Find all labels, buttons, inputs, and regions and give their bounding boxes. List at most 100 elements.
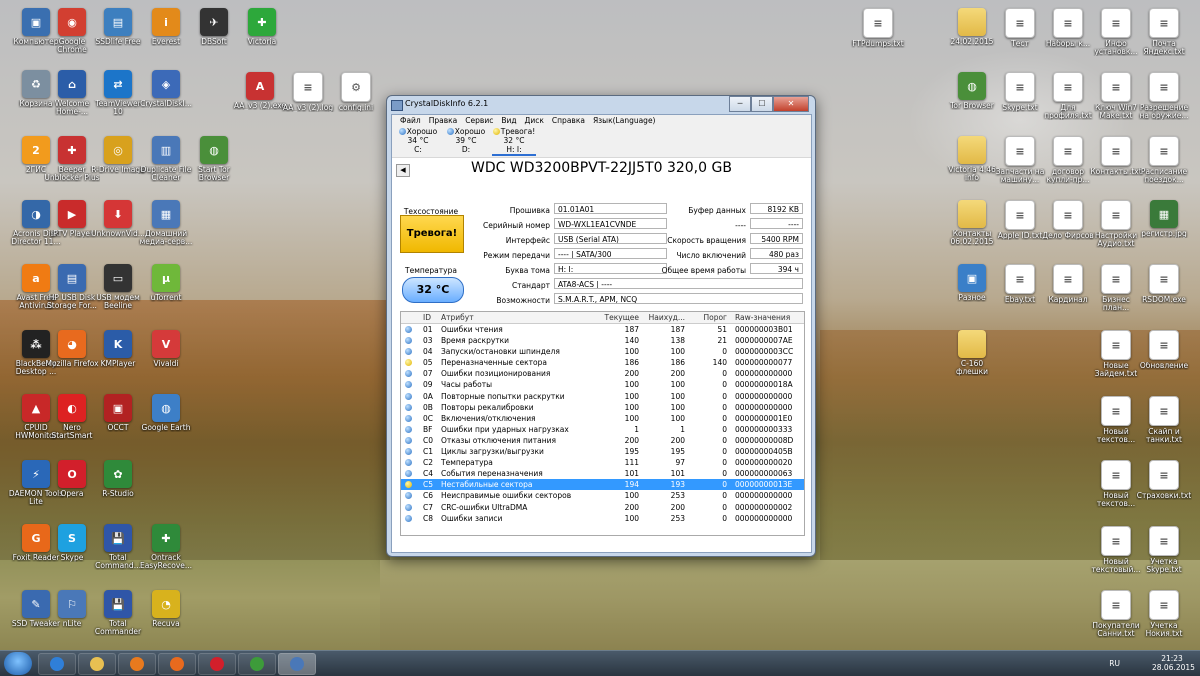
app-icon: ⚐	[58, 590, 86, 618]
status-dot-icon	[405, 470, 412, 478]
smart-cell-id: C7	[423, 502, 434, 512]
taskbar-item-explorer[interactable]	[78, 653, 116, 675]
desktop-icon[interactable]: ≡ Учетка Нокия.txt	[1136, 590, 1192, 638]
smart-cell-raw: 0000000007AE	[735, 336, 793, 346]
table-row[interactable]: 03 Время раскрутки 140 138 21 0000000007AE	[401, 335, 804, 346]
table-row[interactable]: C4 События переназначения 101 101 0 000000000…	[401, 468, 804, 479]
taskbar-item-crystaldiskinfo[interactable]	[278, 653, 316, 675]
header-attribute[interactable]: Атрибут	[441, 312, 591, 323]
app-icon: ⇄	[104, 70, 132, 98]
status-dot-icon	[405, 503, 412, 511]
table-row[interactable]: C1 Циклы загрузки/выгрузки 195 195 0 00000000…	[401, 446, 804, 457]
menu-item[interactable]: Диск	[521, 115, 548, 126]
table-row[interactable]: 09 Часы работы 100 100 0 00000000018A	[401, 379, 804, 390]
smart-cell-name: Ошибки при ударных нагрузках	[441, 424, 569, 434]
desktop-icon[interactable]: ◍ Google Earth	[138, 394, 194, 432]
smart-cell-cur: 187	[624, 325, 639, 334]
desktop-icon[interactable]: ◈ CrystalDiskI...	[138, 70, 194, 108]
desktop-icon[interactable]: ≡ Разрешение на оружие...	[1136, 72, 1192, 120]
header-current[interactable]: Текущее	[595, 312, 639, 323]
table-row[interactable]: 0C Включения/отключения 100 100 0 0000000001E…	[401, 413, 804, 424]
taskbar-item-ie[interactable]	[38, 653, 76, 675]
desktop-icon[interactable]: ⚙ config.ini	[328, 72, 384, 112]
taskbar-item-media-player[interactable]	[118, 653, 156, 675]
desktop-icon[interactable]: µ uTorrent	[138, 264, 194, 302]
desktop-icon[interactable]: V Vivaldi	[138, 330, 194, 368]
menu-item[interactable]: Сервис	[461, 115, 497, 126]
drive-tab[interactable]: Хорошо 39 °C D:	[444, 127, 488, 154]
table-row[interactable]: C2 Температура 111 97 0 000000000020	[401, 457, 804, 468]
blank-value: ----	[750, 218, 803, 229]
window-titlebar[interactable]: CrystalDiskInfo 6.2.1 ─ ☐ ✕	[387, 96, 815, 114]
desktop-icon[interactable]: ≡ Обновление	[1136, 330, 1192, 370]
document-icon: ≡	[1149, 526, 1179, 556]
desktop: ▣ Компьютер ◉ Google Chrome ▤ SSDlife Free i Ev…	[0, 0, 1200, 650]
table-row[interactable]: C8 Ошибки записи 100 253 0 000000000000	[401, 513, 804, 524]
smart-table[interactable]: ID Атрибут Текущее Наихуд... Порог Raw-з…	[400, 311, 805, 536]
table-row[interactable]: BF Ошибки при ударных нагрузках 1 1 0 0000000…	[401, 424, 804, 435]
table-row[interactable]: C7 CRC-ошибки UltraDMA 200 200 0 000000000002	[401, 502, 804, 513]
taskbar-item-opera[interactable]	[198, 653, 236, 675]
menu-item[interactable]: Справка	[548, 115, 589, 126]
drive-letter: D:	[461, 145, 471, 154]
desktop-icon[interactable]: ≡ FTPdumps.txt	[850, 8, 906, 48]
app-icon: ✿	[104, 460, 132, 488]
taskbar-item-chrome[interactable]	[238, 653, 276, 675]
taskbar-item-firefox[interactable]	[158, 653, 196, 675]
table-row[interactable]: C5 Нестабильные сектора 194 193 0 00000000013…	[401, 479, 804, 491]
table-row[interactable]: C6 Неисправимые ошибки секторов 100 253 0 000…	[401, 490, 804, 501]
document-icon: ≡	[1101, 72, 1131, 102]
desktop-icon[interactable]: C-160 флешки	[944, 330, 1000, 376]
crystaldiskinfo-window[interactable]: CrystalDiskInfo 6.2.1 ─ ☐ ✕ Файл Правка Се…	[386, 95, 816, 557]
desktop-icon[interactable]: ≡ Страховки.txt	[1136, 460, 1192, 500]
smart-cell-raw: 000000000333	[735, 424, 793, 434]
smart-cell-thr: 0	[722, 480, 727, 490]
header-threshold[interactable]: Порог	[687, 312, 727, 323]
table-row[interactable]: 0B Повторы рекалибровки 100 100 0 00000000000…	[401, 402, 804, 413]
menu-item[interactable]: Правка	[425, 115, 462, 126]
smart-cell-raw: 00000000405B	[735, 447, 793, 457]
menu-item[interactable]: Файл	[396, 115, 425, 126]
document-icon: ≡	[1149, 264, 1179, 294]
drive-tab[interactable]: Тревога! 32 °C H: I:	[492, 127, 536, 156]
desktop-icon[interactable]: ▦ Домашний медиа-серв...	[138, 200, 194, 246]
table-row[interactable]: C0 Отказы отключения питания 200 200 0 000000…	[401, 435, 804, 446]
table-row[interactable]: 07 Ошибки позиционирования 200 200 0 00000000…	[401, 368, 804, 379]
header-id[interactable]: ID	[423, 312, 441, 323]
language-indicator[interactable]: RU	[1109, 659, 1120, 668]
close-button[interactable]: ✕	[773, 96, 809, 112]
desktop-icon[interactable]: ≡ Расписание поездок...	[1136, 136, 1192, 184]
smart-cell-name: Повторы рекалибровки	[441, 402, 534, 412]
maximize-button[interactable]: ☐	[751, 96, 773, 112]
table-row[interactable]: 05 Переназначенные сектора 186 186 140 000000…	[401, 357, 804, 368]
smart-cell-raw: 0000000001E0	[735, 413, 793, 423]
header-raw[interactable]: Raw-значения	[735, 312, 799, 323]
table-row[interactable]: 01 Ошибки чтения 187 187 51 000000003B01	[401, 324, 804, 335]
document-icon: ≡	[1101, 200, 1131, 230]
standard-value: ATA8-ACS | ----	[554, 278, 803, 289]
desktop-icon[interactable]: ≡ RSDOM.exe	[1136, 264, 1192, 304]
desktop-icon[interactable]: ◔ Recuva	[138, 590, 194, 628]
menu-item[interactable]: Вид	[497, 115, 520, 126]
desktop-icon[interactable]: ✚ Victoria	[234, 8, 290, 46]
desktop-icon[interactable]: ≡ Скайп и танки.txt	[1136, 396, 1192, 444]
desktop-icon[interactable]: ◍ Start Tor Browser	[186, 136, 242, 182]
app-icon: 💾	[104, 524, 132, 552]
table-row[interactable]: 04 Запуски/остановки шпинделя 100 100 0 00000…	[401, 346, 804, 357]
desktop-icon[interactable]: ✚ Ontrack EasyRecove...	[138, 524, 194, 570]
desktop-icon[interactable]: ✿ R-Studio	[90, 460, 146, 498]
clock[interactable]: 21:23 28.06.2015	[1152, 654, 1195, 672]
document-icon: ≡	[1005, 8, 1035, 38]
desktop-icon[interactable]: ≡ Учетка Skype.txt	[1136, 526, 1192, 574]
drive-tab[interactable]: Хорошо 34 °C C:	[396, 127, 440, 154]
table-row[interactable]: 0A Повторные попытки раскрутки 100 100 0 0000…	[401, 391, 804, 402]
status-dot-icon	[398, 128, 406, 135]
desktop-icon[interactable]: ▦ регистр.jpg	[1136, 200, 1192, 238]
disk-model: WDC WD3200BPVT-22JJ5T0 320,0 GB	[471, 160, 732, 176]
minimize-button[interactable]: ─	[729, 96, 751, 112]
menu-item[interactable]: Язык(Language)	[589, 115, 660, 126]
header-worst[interactable]: Наихуд...	[641, 312, 685, 323]
smart-cell-cur: 100	[624, 413, 639, 423]
desktop-icon[interactable]: ≡ Почта Яндекс.txt	[1136, 8, 1192, 56]
start-button[interactable]	[4, 652, 32, 675]
